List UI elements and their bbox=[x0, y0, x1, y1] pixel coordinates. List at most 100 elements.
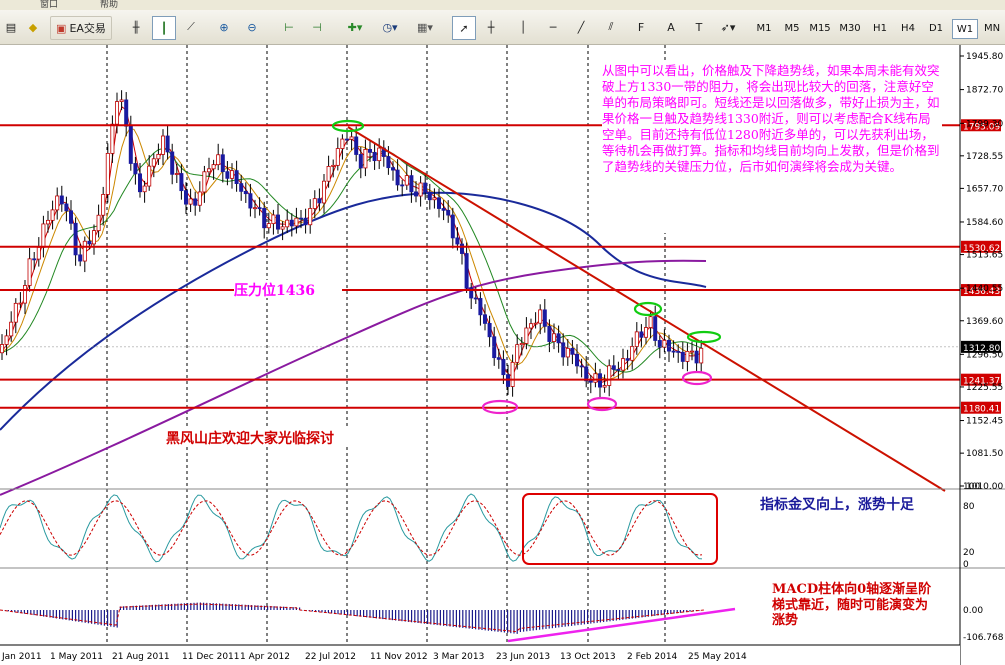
candle-body bbox=[616, 368, 621, 371]
candle-body bbox=[344, 138, 349, 141]
analysis-note: 从图中可以看出，价格触及下降趋势线，如果本周未能有效突破上方1330一带的阻力，… bbox=[602, 63, 942, 233]
candle-body bbox=[308, 208, 313, 226]
horizontal-line-icon[interactable]: ─ bbox=[542, 16, 564, 38]
zoom-out-icon[interactable]: ⊖ bbox=[241, 16, 263, 38]
timeframe-m5[interactable]: M5 bbox=[780, 19, 804, 37]
candle-body bbox=[667, 339, 672, 352]
templates-icon[interactable]: ▦▾ bbox=[410, 16, 440, 38]
candle-body bbox=[446, 209, 451, 216]
bar-chart-icon[interactable]: ╫ bbox=[125, 16, 147, 38]
date-label: 13 Oct 2013 bbox=[560, 652, 616, 662]
ea-trading-button[interactable]: ▣ EA交易 bbox=[50, 16, 112, 40]
candle-body bbox=[542, 309, 547, 327]
candle-body bbox=[372, 151, 377, 162]
candle-body bbox=[22, 285, 27, 304]
candle-body bbox=[671, 350, 676, 353]
candle-body bbox=[87, 240, 92, 245]
price-scale-label: 1513.65 bbox=[966, 251, 1003, 261]
folder-icon[interactable]: ◆ bbox=[22, 16, 44, 38]
price-scale-label: 1728.55 bbox=[966, 152, 1003, 162]
candle-body bbox=[220, 154, 225, 173]
channel-icon[interactable]: ⫽ bbox=[600, 16, 622, 38]
stochastic-note: 指标金叉向上，涨势十足 bbox=[760, 498, 930, 553]
date-label: 1 May 2011 bbox=[50, 652, 103, 662]
candle-body bbox=[193, 198, 198, 206]
candle-body bbox=[160, 135, 165, 155]
new-chart-icon[interactable]: ▤ bbox=[0, 16, 22, 38]
date-label: 23 Jun 2013 bbox=[496, 652, 550, 662]
candlestick-icon[interactable]: ┃ bbox=[152, 16, 176, 40]
candle-body bbox=[386, 156, 391, 169]
candle-body bbox=[575, 353, 580, 367]
cursor-icon[interactable]: ➚ bbox=[452, 16, 476, 40]
text-icon[interactable]: A bbox=[660, 16, 682, 38]
candle-body bbox=[423, 182, 428, 193]
chart-shift-icon[interactable]: ⊢ bbox=[278, 16, 300, 38]
candle-body bbox=[206, 168, 211, 173]
candle-body bbox=[694, 350, 699, 364]
candle-body bbox=[216, 154, 221, 166]
zoom-in-icon[interactable]: ⊕ bbox=[213, 16, 235, 38]
candle-body bbox=[501, 358, 506, 376]
trendline-icon[interactable]: ╱ bbox=[570, 16, 592, 38]
candle-body bbox=[662, 339, 667, 348]
timeframe-m1[interactable]: M1 bbox=[752, 19, 776, 37]
candle-body bbox=[413, 191, 418, 197]
timeframe-m15[interactable]: M15 bbox=[808, 19, 832, 37]
candle-body bbox=[653, 316, 658, 341]
candle-body bbox=[41, 223, 46, 248]
osc-scale-label: 80 bbox=[963, 502, 975, 512]
candle-body bbox=[165, 135, 170, 153]
candle-body bbox=[271, 214, 276, 225]
candle-body bbox=[349, 136, 354, 140]
candle-body bbox=[248, 193, 253, 209]
candle-body bbox=[367, 149, 372, 153]
timeframe-h4[interactable]: H4 bbox=[896, 19, 920, 37]
period-icon[interactable]: ◷▾ bbox=[375, 16, 405, 38]
candle-body bbox=[432, 197, 437, 201]
line-chart-icon[interactable]: ⟋ bbox=[180, 16, 202, 38]
candle-body bbox=[515, 344, 520, 363]
candle-body bbox=[105, 152, 110, 195]
candle-body bbox=[73, 222, 78, 256]
menu-item-window[interactable]: 窗口 bbox=[40, 0, 58, 10]
candle-body bbox=[390, 167, 395, 171]
candle-body bbox=[252, 207, 257, 210]
timeframe-m30[interactable]: M30 bbox=[838, 19, 862, 37]
date-label: 1 Apr 2012 bbox=[240, 652, 290, 662]
vertical-line-icon[interactable]: │ bbox=[512, 16, 534, 38]
candle-body bbox=[110, 123, 115, 154]
date-label: 21 Aug 2011 bbox=[112, 652, 170, 662]
macd-note-text: MACD柱体向0轴逐渐呈阶梯式靠近，随时可能演变为涨势 bbox=[772, 582, 932, 628]
candle-body bbox=[96, 214, 101, 232]
timeframe-w1[interactable]: W1 bbox=[952, 19, 978, 39]
candle-body bbox=[197, 191, 202, 206]
timeframe-h1[interactable]: H1 bbox=[868, 19, 892, 37]
candle-body bbox=[69, 210, 74, 224]
arrows-icon[interactable]: ➶▾ bbox=[714, 16, 742, 38]
timeframe-mn[interactable]: MN bbox=[980, 19, 1004, 37]
menu-item-help[interactable]: 帮助 bbox=[100, 0, 118, 10]
menu-bar: 窗口 帮助 bbox=[0, 0, 1005, 10]
candle-body bbox=[354, 136, 359, 155]
timeframe-d1[interactable]: D1 bbox=[924, 19, 948, 37]
candle-body bbox=[151, 158, 156, 167]
fibonacci-icon[interactable]: F bbox=[630, 16, 652, 38]
autoscroll-icon[interactable]: ⊣ bbox=[306, 16, 328, 38]
candle-body bbox=[9, 321, 14, 337]
price-scale-label: 1872.70 bbox=[966, 86, 1003, 96]
candle-body bbox=[137, 173, 142, 193]
candle-body bbox=[529, 323, 534, 329]
candle-body bbox=[492, 336, 497, 359]
candle-body bbox=[128, 125, 133, 164]
candle-body bbox=[188, 198, 193, 205]
candle-body bbox=[533, 322, 538, 325]
candle-body bbox=[101, 194, 106, 216]
candle-body bbox=[133, 163, 138, 175]
label-icon[interactable]: T bbox=[688, 16, 710, 38]
candle-body bbox=[239, 183, 244, 192]
indicators-icon[interactable]: ✚▾ bbox=[340, 16, 370, 38]
candle-body bbox=[487, 322, 492, 338]
crosshair-icon[interactable]: ┼ bbox=[480, 16, 502, 38]
candle-body bbox=[496, 357, 501, 360]
